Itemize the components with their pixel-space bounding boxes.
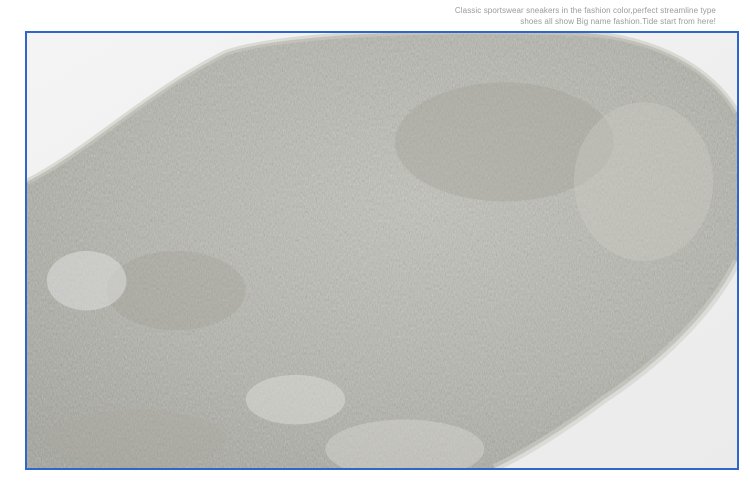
product-photo-frame [25, 31, 739, 470]
caption-line-1: Classic sportswear sneakers in the fashi… [454, 6, 716, 15]
fur-texture-photo [27, 33, 737, 468]
product-detail-panel: Classic sportswear sneakers in the fashi… [0, 0, 750, 486]
promo-caption: Classic sportswear sneakers in the fashi… [416, 5, 716, 27]
caption-line-2: shoes all show Big name fashion.Tide sta… [520, 17, 716, 26]
